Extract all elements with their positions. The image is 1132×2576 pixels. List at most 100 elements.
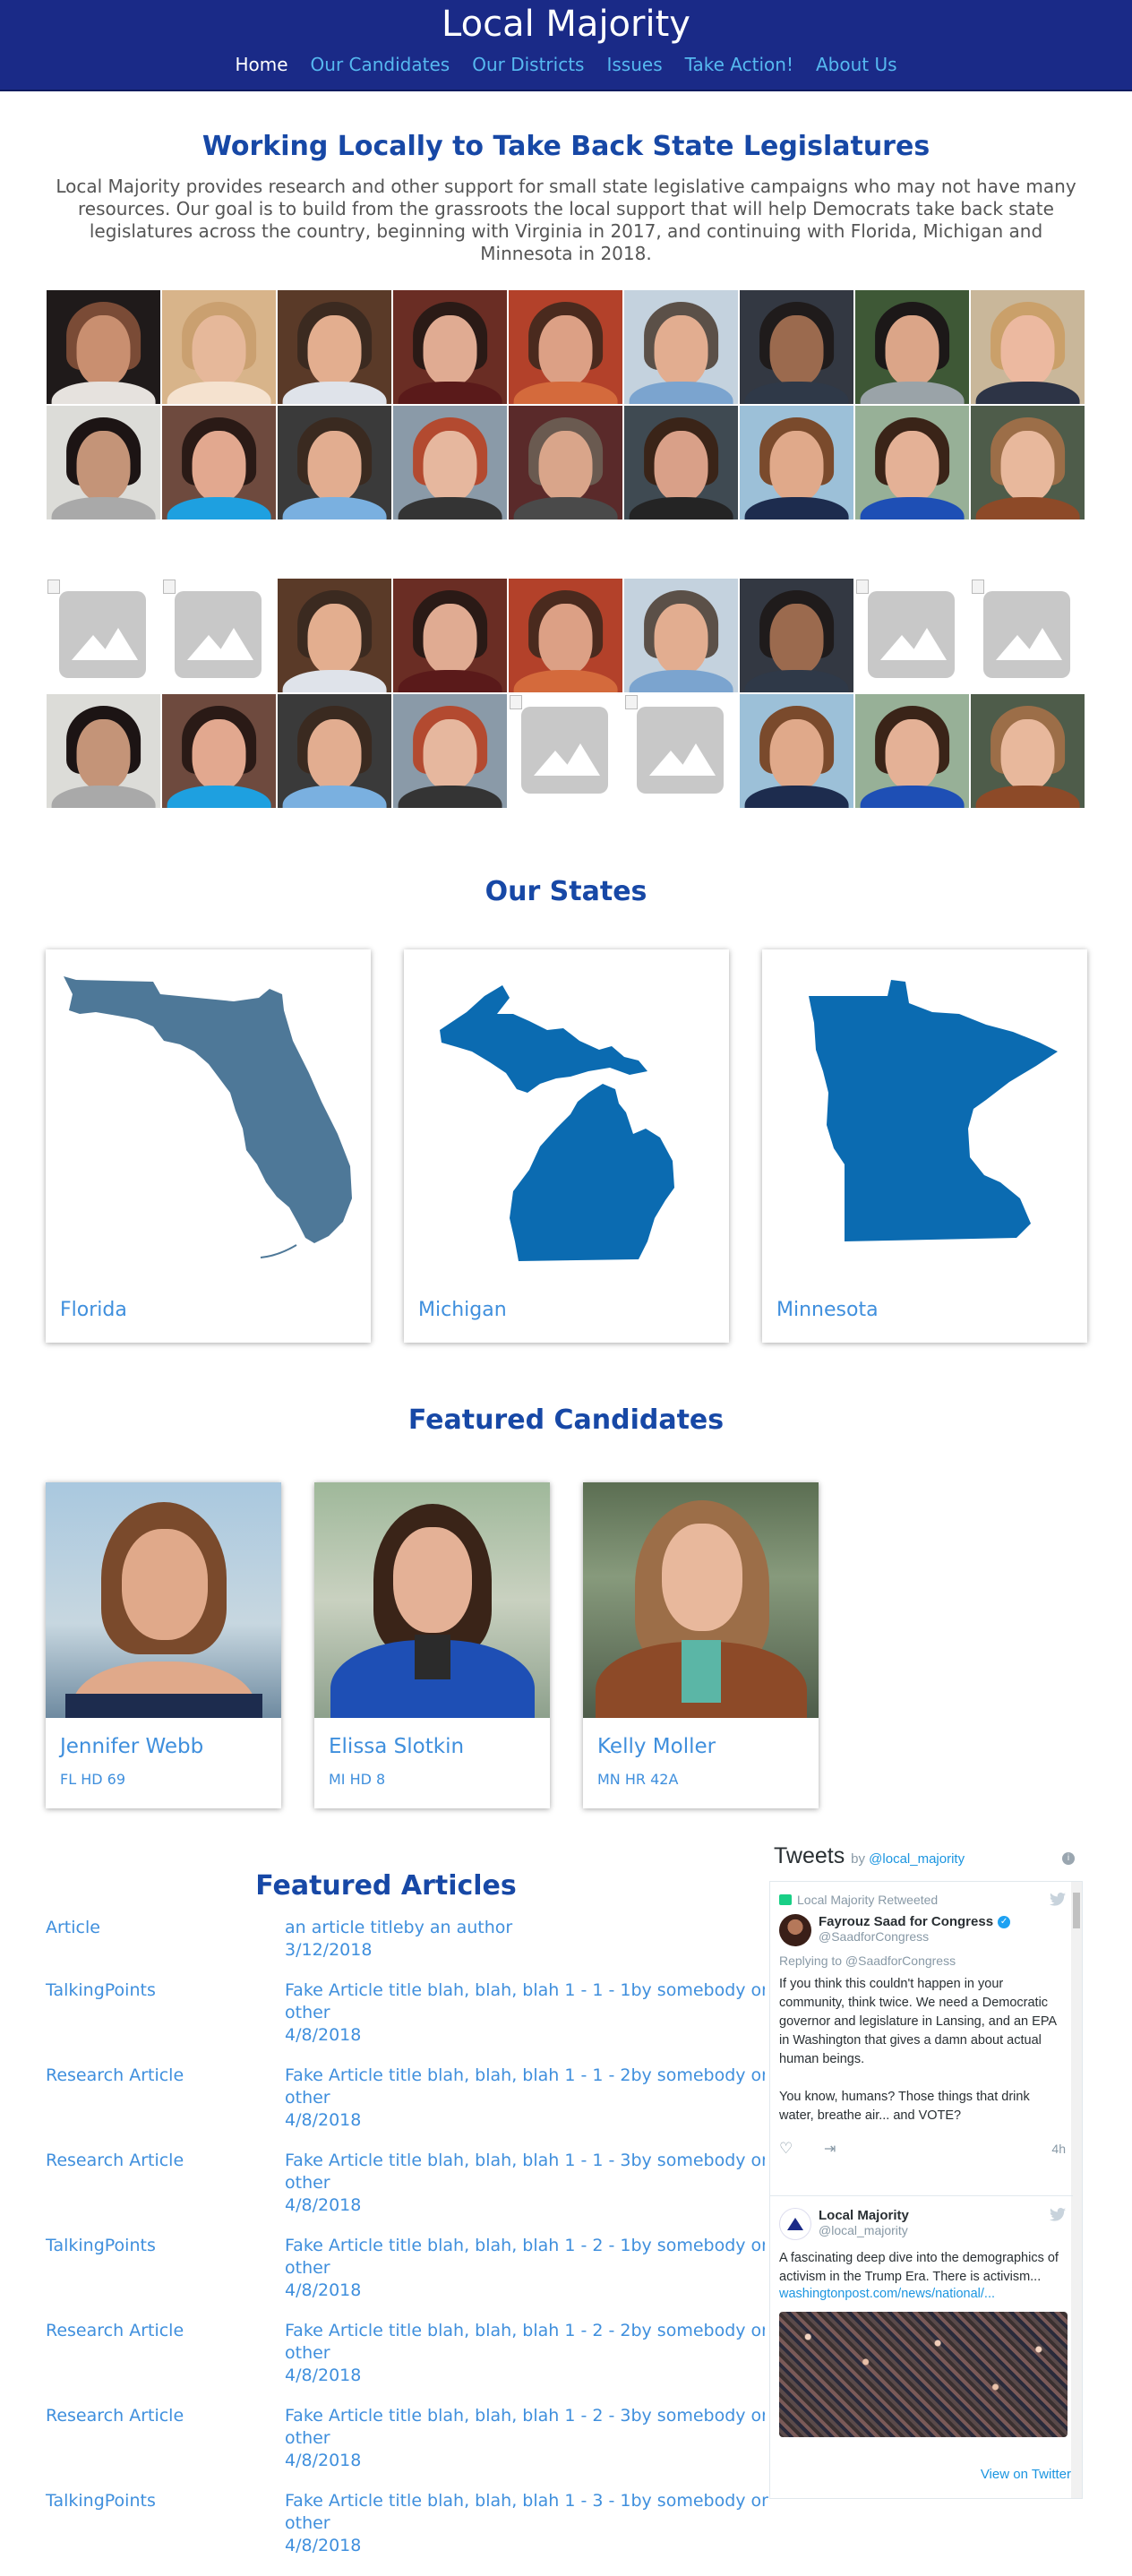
candidate-thumbnail[interactable]: [739, 693, 854, 809]
candidate-thumbnail[interactable]: [277, 578, 392, 693]
broken-image-icon: [510, 695, 522, 709]
nav-take-action[interactable]: Take Action!: [685, 54, 793, 75]
candidate-thumbnail[interactable]: [46, 405, 161, 520]
minnesota-map: [809, 980, 1058, 1241]
heart-icon[interactable]: ♡: [779, 2140, 793, 2158]
candidate-thumbnail[interactable]: [392, 578, 508, 693]
candidate-thumbnail[interactable]: [392, 405, 508, 520]
article-type[interactable]: Research Article: [46, 2065, 279, 2087]
candidate-thumbnail[interactable]: [392, 693, 508, 809]
candidate-thumbnail[interactable]: [277, 405, 392, 520]
article-title[interactable]: Fake Article title blah, blah, blah 1 - …: [285, 2235, 786, 2280]
candidate-thumbnail[interactable]: [392, 289, 508, 405]
tweet-feed[interactable]: Local Majority Retweeted Fayrouz Saad fo…: [769, 1881, 1083, 2499]
scrollbar[interactable]: [1071, 1882, 1082, 2498]
candidate-thumbnail[interactable]: [277, 693, 392, 809]
info-icon[interactable]: i: [1062, 1852, 1075, 1865]
candidate-thumbnail[interactable]: [161, 289, 277, 405]
nav-about-us[interactable]: About Us: [816, 54, 897, 75]
article-type[interactable]: Research Article: [46, 2150, 279, 2172]
candidate-name[interactable]: Jennifer Webb: [60, 1735, 203, 1758]
article-title[interactable]: Fake Article title blah, blah, blah 1 - …: [285, 2405, 786, 2450]
candidate-thumbnail[interactable]: [623, 578, 739, 693]
article-type[interactable]: TalkingPoints: [46, 2490, 279, 2512]
scrollbar-thumb[interactable]: [1073, 1893, 1080, 1928]
state-card-minnesota[interactable]: Minnesota: [762, 949, 1087, 1343]
featured-candidate-card[interactable]: Jennifer Webb FL HD 69: [46, 1482, 281, 1808]
state-card-michigan[interactable]: Michigan: [404, 949, 729, 1343]
avatar[interactable]: [779, 1914, 811, 1946]
article-title[interactable]: Fake Article title blah, blah, blah 1 - …: [285, 2490, 786, 2535]
tweet[interactable]: Local Majority @local_majority A fascina…: [779, 2208, 1068, 2437]
tweet-author[interactable]: Local Majority @local_majority: [779, 2208, 1066, 2240]
share-icon[interactable]: ⇥: [824, 2140, 836, 2158]
tweet-link[interactable]: washingtonpost.com/news/national/...: [779, 2287, 1066, 2301]
tweet[interactable]: Local Majority Retweeted Fayrouz Saad fo…: [779, 1893, 1066, 2165]
image-placeholder-icon: [521, 707, 608, 794]
nav-our-districts[interactable]: Our Districts: [472, 54, 584, 75]
twitter-bird-icon[interactable]: [1050, 2208, 1066, 2226]
candidate-thumbnail[interactable]: [854, 289, 970, 405]
tweet-author-name[interactable]: Local Majority: [819, 2208, 909, 2223]
candidate-thumbnail[interactable]: [508, 405, 623, 520]
candidate-thumbnail[interactable]: [854, 693, 970, 809]
candidate-thumbnail[interactable]: [623, 289, 739, 405]
tweet-media-image[interactable]: [779, 2312, 1068, 2437]
candidate-photo-grid: [46, 289, 1085, 520]
reply-to[interactable]: Replying to @SaadforCongress: [779, 1953, 1066, 1968]
site-title[interactable]: Local Majority: [0, 4, 1132, 45]
article-type[interactable]: TalkingPoints: [46, 1979, 279, 2002]
featured-candidate-card[interactable]: Kelly Moller MN HR 42A: [583, 1482, 819, 1808]
nav-our-candidates[interactable]: Our Candidates: [311, 54, 450, 75]
article-title[interactable]: Fake Article title blah, blah, blah 1 - …: [285, 2320, 786, 2365]
state-card-florida[interactable]: Florida: [46, 949, 371, 1343]
candidate-thumbnail[interactable]: [623, 405, 739, 520]
view-on-twitter-link[interactable]: View on Twitter: [981, 2467, 1071, 2482]
article-title[interactable]: Fake Article title blah, blah, blah 1 - …: [285, 2150, 786, 2194]
candidate-thumbnail[interactable]: [46, 289, 161, 405]
article-title[interactable]: Fake Article title blah, blah, blah 1 - …: [285, 2065, 786, 2109]
article-title[interactable]: Fake Article title blah, blah, blah 1 - …: [285, 1979, 786, 2024]
state-name[interactable]: Minnesota: [776, 1299, 879, 1321]
michigan-map: [440, 985, 674, 1261]
candidate-thumbnail[interactable]: [508, 289, 623, 405]
tweet-author-handle[interactable]: @SaadforCongress: [819, 1929, 1010, 1944]
candidate-name[interactable]: Kelly Moller: [597, 1735, 716, 1758]
twitter-handle-link[interactable]: @local_majority: [869, 1851, 965, 1867]
candidate-thumbnail[interactable]: [46, 693, 161, 809]
state-name[interactable]: Michigan: [418, 1299, 507, 1321]
article-type[interactable]: Research Article: [46, 2320, 279, 2342]
candidate-name[interactable]: Elissa Slotkin: [329, 1735, 464, 1758]
twitter-bird-icon[interactable]: [1050, 1893, 1066, 1911]
article-type[interactable]: Research Article: [46, 2405, 279, 2427]
candidate-photo-grid-secondary: [46, 578, 1085, 809]
avatar[interactable]: [779, 2208, 811, 2240]
article-type[interactable]: Article: [46, 1917, 279, 1939]
candidate-thumbnail[interactable]: [854, 405, 970, 520]
article-title[interactable]: an article titleby an author: [285, 1917, 786, 1939]
candidate-thumbnail[interactable]: [970, 405, 1085, 520]
candidate-thumbnail[interactable]: [970, 289, 1085, 405]
candidate-thumbnail[interactable]: [277, 289, 392, 405]
tweet-time[interactable]: 4h: [1051, 2142, 1066, 2156]
candidate-thumbnail[interactable]: [739, 578, 854, 693]
candidate-thumbnail[interactable]: [161, 405, 277, 520]
nav-issues[interactable]: Issues: [606, 54, 662, 75]
state-name[interactable]: Florida: [60, 1299, 127, 1321]
twitter-by: by: [851, 1851, 865, 1867]
michigan-upper-peninsula: [440, 985, 647, 1093]
broken-image-placeholder: [161, 578, 277, 693]
tweet-author-handle[interactable]: @local_majority: [819, 2223, 909, 2237]
candidate-thumbnail[interactable]: [970, 693, 1085, 809]
candidate-thumbnail[interactable]: [739, 289, 854, 405]
candidate-thumbnail[interactable]: [161, 693, 277, 809]
article-type[interactable]: TalkingPoints: [46, 2235, 279, 2257]
candidate-thumbnail[interactable]: [508, 578, 623, 693]
image-placeholder-icon: [983, 591, 1070, 678]
nav-home[interactable]: Home: [235, 54, 287, 75]
candidate-district: MI HD 8: [329, 1771, 386, 1788]
tweet-author[interactable]: Fayrouz Saad for Congress ✓ @SaadforCongr…: [779, 1914, 1066, 1946]
tweet-author-name[interactable]: Fayrouz Saad for Congress: [819, 1914, 993, 1929]
candidate-thumbnail[interactable]: [739, 405, 854, 520]
featured-candidate-card[interactable]: Elissa Slotkin MI HD 8: [314, 1482, 550, 1808]
